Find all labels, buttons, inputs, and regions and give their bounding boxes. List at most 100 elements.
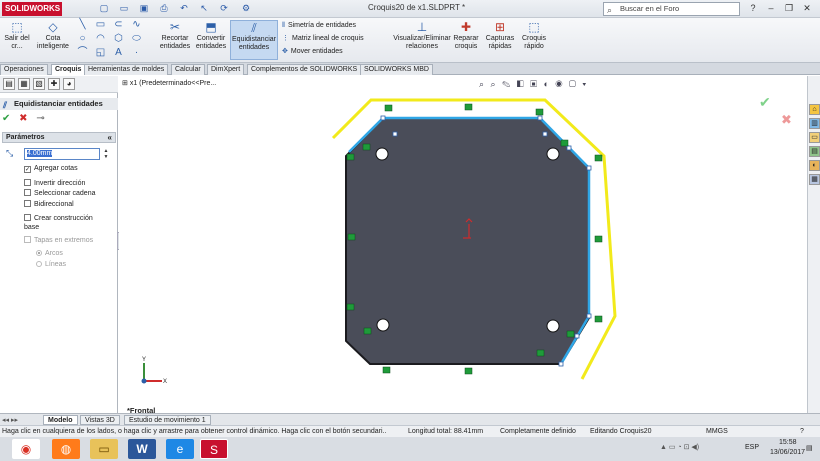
cancel-x-icon[interactable]: ✖ <box>781 112 792 128</box>
select-icon[interactable]: ↖ <box>198 3 210 14</box>
word-icon[interactable]: W <box>128 439 156 459</box>
select-chain-checkbox[interactable]: Seleccionar cadena <box>24 189 96 198</box>
polygon-icon[interactable]: ⬡ <box>113 34 124 44</box>
add-dimensions-checkbox[interactable]: ✓ Agregar cotas <box>24 164 78 173</box>
tab-calcular[interactable]: Calcular <box>171 64 205 75</box>
close-button[interactable]: ✕ <box>798 2 816 15</box>
quick-snaps-button[interactable]: ⊞ Capturas rápidas <box>484 20 516 51</box>
help-icon[interactable]: ? <box>800 426 804 437</box>
solidworks-taskbar-icon[interactable]: S <box>200 439 228 459</box>
solidworks-logo[interactable]: SOLIDWORKS <box>2 2 62 16</box>
parameters-group-header[interactable]: Parámetros « <box>2 132 116 143</box>
hole-bottom-right <box>546 319 560 333</box>
tray-icons[interactable]: ▲ ▭ ◔ ⊡ ◀) <box>660 443 699 451</box>
print-icon[interactable]: ⎙ <box>158 3 170 14</box>
spline-icon[interactable]: ∿ <box>131 20 142 30</box>
move-entities-button[interactable]: ✥ Mover entidades <box>282 47 343 57</box>
arc-icon[interactable]: ◠ <box>95 34 106 44</box>
tab-operaciones[interactable]: Operaciones <box>0 64 48 75</box>
tab-scroll-arrows[interactable]: ◂◂ ▸▸ <box>2 416 18 424</box>
new-document-icon[interactable]: ▢ <box>98 3 110 14</box>
tab-croquis[interactable]: Croquis <box>51 64 86 75</box>
feature-tree-icon[interactable]: ▤ <box>3 78 15 90</box>
chrome-icon[interactable]: ◉ <box>12 439 40 459</box>
collapse-chevron-icon[interactable]: « <box>108 133 112 142</box>
status-hint: Haga clic en cualquiera de los lados, o … <box>2 428 386 435</box>
linear-pattern-button[interactable]: ⋮ Matriz lineal de croquis <box>282 34 364 44</box>
trim-entities-button[interactable]: ✂ Recortar entidades <box>157 20 193 51</box>
clock-time[interactable]: 15:58 <box>779 439 797 446</box>
sketch-canvas[interactable]: Y X <box>119 76 807 413</box>
firefox-icon[interactable]: ◍ <box>52 439 80 459</box>
tab-modelo[interactable]: Modelo <box>43 415 78 425</box>
ok-cancel-row: ✔ ✖ ⊸ <box>2 113 45 125</box>
display-manager-icon[interactable]: ◕ <box>63 78 75 90</box>
reverse-checkbox[interactable]: Invertir dirección <box>24 179 85 188</box>
construction-geometry-checkbox[interactable]: Crear construcción base <box>24 214 104 232</box>
ok-check-icon[interactable]: ✔ <box>2 113 10 124</box>
document-title: Croquis20 de x1.SLDPRT * <box>368 3 466 12</box>
tab-dimxpert[interactable]: DimXpert <box>207 64 245 75</box>
custom-properties-icon[interactable]: ▦ <box>809 174 820 185</box>
svg-text:Y: Y <box>142 357 146 363</box>
mirror-entities-button[interactable]: ⫴ Simetría de entidades <box>282 21 356 31</box>
line-icon[interactable]: ╲ <box>77 20 88 30</box>
graphics-area[interactable]: ⊞ x1 (Predeterminado<<Pre... ⌕ ⌕ ✎ ◧ ▣ ◐… <box>119 76 807 415</box>
clock-date[interactable]: 13/06/2017 <box>770 449 805 456</box>
rapid-sketch-button[interactable]: ⬚ Croquis rápido <box>519 20 549 51</box>
confirm-check-icon[interactable]: ✔ <box>759 94 771 111</box>
offset-icon: ⫽ <box>251 21 257 35</box>
minimize-button[interactable]: – <box>762 2 780 15</box>
repair-sketch-button[interactable]: ✚ Reparar croquis <box>453 20 479 51</box>
plane-icon[interactable]: ◱ <box>95 48 106 58</box>
notifications-icon[interactable]: ▤ <box>806 444 813 452</box>
save-icon[interactable]: ▣ <box>138 3 150 14</box>
rebuild-icon[interactable]: ⟳ <box>218 3 230 14</box>
ellipse-icon[interactable]: ⬭ <box>131 34 142 44</box>
language-indicator[interactable]: ESP <box>745 444 759 451</box>
design-library-icon[interactable]: ▥ <box>809 118 820 129</box>
pushpin-icon[interactable]: ⊸ <box>36 113 44 124</box>
exit-sketch-button[interactable]: ⬚ Salir del cr... <box>2 20 32 51</box>
offset-entities-button[interactable]: ⫽ Equidistanciar entidades <box>230 20 278 60</box>
rectangle-icon[interactable]: ▭ <box>95 20 106 30</box>
internet-explorer-icon[interactable]: e <box>166 439 194 459</box>
tab-complementos[interactable]: Complementos de SOLIDWORKS <box>247 64 362 75</box>
property-manager-icon[interactable]: ▦ <box>18 78 30 90</box>
help-icon[interactable]: ? <box>744 2 762 15</box>
appearances-icon[interactable]: ◐ <box>809 160 820 171</box>
tab-mbd[interactable]: SOLIDWORKS MBD <box>360 64 433 75</box>
restore-button[interactable]: ❐ <box>780 2 798 15</box>
bidirectional-checkbox[interactable]: Bidireccional <box>24 200 74 209</box>
slot-icon[interactable]: ⊂ <box>113 20 124 30</box>
text-icon[interactable]: A <box>113 48 124 58</box>
cancel-x-icon[interactable]: ✖ <box>19 113 27 124</box>
tab-vistas-3d[interactable]: Vistas 3D <box>80 415 120 425</box>
tab-herramientas-moldes[interactable]: Herramientas de moldes <box>84 64 169 75</box>
smart-dimension-button[interactable]: ◇ Cota inteligente <box>36 20 70 51</box>
offset-distance-input[interactable]: 4.00mm <box>24 148 100 160</box>
file-explorer-icon[interactable]: ▭ <box>90 439 118 459</box>
open-icon[interactable]: ▭ <box>118 3 130 14</box>
task-pane: ⌂ ▥ ▭ ▤ ◐ ▦ <box>807 76 820 413</box>
status-editing: Editando Croquis20 <box>590 428 652 435</box>
point-icon[interactable]: · <box>131 48 142 58</box>
view-palette-icon[interactable]: ▤ <box>809 146 820 157</box>
display-delete-relations-button[interactable]: ⊥ Visualizar/Eliminar relaciones <box>392 20 452 51</box>
file-explorer-icon[interactable]: ▭ <box>809 132 820 143</box>
dimxpert-icon[interactable]: ✚ <box>48 78 60 90</box>
linear-pattern-icon: ⋮ <box>282 35 289 42</box>
convert-entities-button[interactable]: ⬒ Convertir entidades <box>194 20 228 51</box>
search-input[interactable]: ⌕ Buscar en el Foro <box>603 2 740 16</box>
convert-icon: ⬒ <box>205 20 217 34</box>
resources-icon[interactable]: ⌂ <box>809 104 820 115</box>
search-icon: ⌕ <box>607 5 613 15</box>
fillet-icon[interactable]: ⌒ <box>77 48 88 58</box>
distance-spinner[interactable]: ▲ ▼ <box>102 148 110 160</box>
options-icon[interactable]: ⚙ <box>240 3 252 14</box>
circle-icon[interactable]: ○ <box>77 34 88 44</box>
configuration-icon[interactable]: ▧ <box>33 78 45 90</box>
status-units[interactable]: MMGS <box>706 426 728 437</box>
undo-icon[interactable]: ↶ <box>178 3 190 14</box>
tab-estudio-movimiento[interactable]: Estudio de movimiento 1 <box>124 415 211 425</box>
